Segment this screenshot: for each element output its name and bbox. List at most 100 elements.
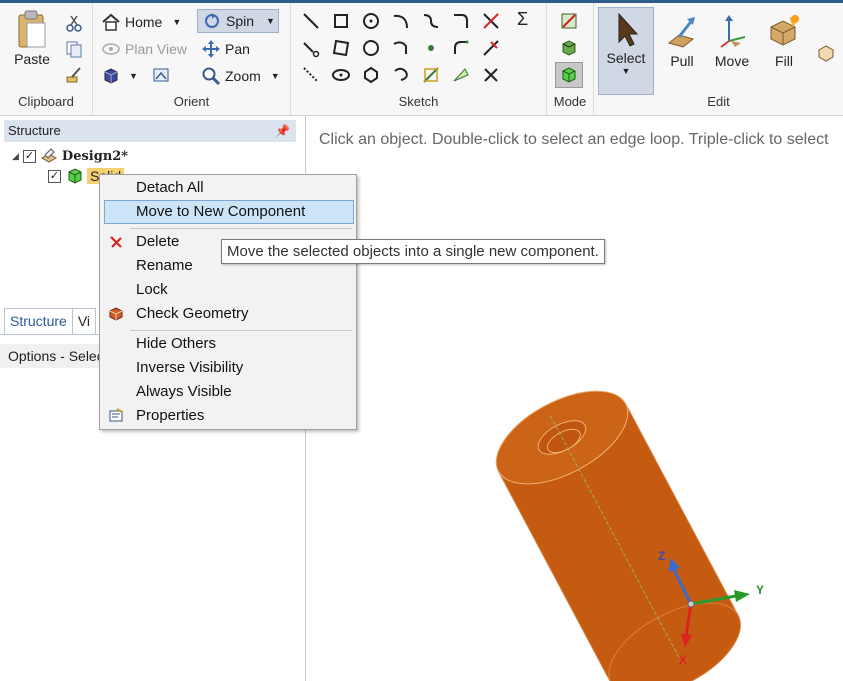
paste-label: Paste (14, 51, 50, 67)
pin-icon[interactable]: 📌 (275, 120, 290, 142)
clipboard-group-label: Clipboard (18, 94, 74, 109)
pan-label: Pan (225, 41, 250, 57)
project-tool-icon[interactable] (451, 65, 471, 85)
home-icon (102, 13, 120, 31)
zoom-button[interactable]: Zoom ▼ (201, 64, 280, 88)
view-dropdown-icon[interactable]: ▼ (129, 71, 138, 81)
move-icon (720, 15, 746, 48)
bend-tool-icon[interactable] (421, 65, 441, 85)
spin-dropdown-icon[interactable]: ▼ (266, 16, 275, 26)
polygon-tool-icon[interactable] (331, 38, 351, 58)
sweep-arc-icon[interactable] (451, 38, 471, 58)
structure-panel-header: Structure 📌 (4, 120, 296, 142)
cylinder-solid[interactable] (482, 372, 756, 681)
view-cube-button[interactable]: ▼ (101, 64, 138, 88)
select-button[interactable]: Select ▼ (598, 7, 654, 95)
tangent-arc-icon[interactable] (451, 11, 471, 31)
menu-item-always-visible[interactable]: Always Visible (104, 380, 354, 404)
menu-item-hide-others[interactable]: Hide Others (104, 332, 354, 356)
copy-icon[interactable] (64, 39, 84, 59)
sketch-mode-icon[interactable] (559, 11, 579, 31)
pull-button[interactable]: Pull (656, 7, 708, 69)
paste-icon (18, 10, 46, 48)
ellipse-tool-icon[interactable] (331, 65, 351, 85)
model-canvas[interactable]: Z X Y (306, 116, 843, 681)
axis-z-label: Z (658, 549, 665, 563)
sum-button[interactable]: Σ (517, 9, 528, 30)
circle-tool-icon[interactable] (361, 11, 381, 31)
combine-tool-icon[interactable] (816, 43, 836, 63)
paste-button[interactable]: Paste (8, 9, 56, 67)
tooltip: Move the selected objects into a single … (221, 239, 605, 264)
plan-view-button[interactable]: Plan View (101, 37, 187, 61)
3d-mode-button[interactable] (555, 62, 583, 88)
section-mode-icon[interactable] (559, 38, 579, 58)
structure-panel-title: Structure (8, 123, 61, 138)
design-name: Design2* (61, 148, 129, 164)
clipboard-group: Paste Clipboard (0, 3, 93, 115)
menu-separator (130, 228, 352, 229)
menu-item-label: Hide Others (136, 335, 217, 352)
zoom-icon (202, 67, 221, 86)
3d-mode-icon (562, 67, 576, 83)
menu-item-lock[interactable]: Lock (104, 278, 354, 302)
menu-item-properties[interactable]: Properties (104, 404, 354, 428)
polygon-circle-icon[interactable] (361, 65, 381, 85)
trim-away-icon[interactable] (481, 65, 501, 85)
spin-icon (205, 13, 219, 28)
expand-arrow-icon[interactable]: ◢ (12, 151, 19, 162)
menu-item-label: Properties (136, 407, 205, 424)
menu-item-move-to-new-component[interactable]: Move to New Component (104, 200, 354, 224)
menu-separator (130, 330, 352, 331)
pan-button[interactable]: Pan (201, 37, 250, 61)
spline-tool-icon[interactable] (421, 11, 441, 31)
zoom-label: Zoom (225, 68, 261, 84)
zoom-dropdown-icon[interactable]: ▼ (271, 71, 280, 81)
edit-group-label: Edit (707, 94, 730, 109)
menu-item-check-geometry[interactable]: Check Geometry (104, 302, 354, 326)
cube-view-icon (104, 68, 118, 84)
split-line-icon[interactable] (481, 38, 501, 58)
spin-button[interactable]: Spin ▼ (197, 9, 279, 33)
circle-3pt-icon[interactable] (361, 38, 381, 58)
home-button[interactable]: Home ▼ (101, 10, 181, 34)
design-viewport[interactable]: Click an object. Double-click to select … (306, 116, 843, 681)
select-dropdown-icon[interactable]: ▼ (599, 66, 653, 76)
cut-icon[interactable] (64, 13, 84, 33)
home-dropdown-icon[interactable]: ▼ (172, 17, 181, 27)
pull-icon (667, 17, 695, 48)
design-visibility-checkbox[interactable]: ✓ (22, 149, 36, 163)
sketch-group-label: Sketch (398, 94, 439, 109)
menu-item-label: Always Visible (136, 383, 232, 400)
construction-line-icon[interactable] (301, 65, 321, 85)
arc-tool-icon[interactable] (391, 11, 411, 31)
select-label: Select (606, 50, 646, 66)
edit-group: Select ▼ Pull Move Fill Edit (594, 3, 843, 115)
trim-tool-icon[interactable] (481, 11, 501, 31)
menu-item-inverse-visibility[interactable]: Inverse Visibility (104, 356, 354, 380)
move-label: Move (714, 53, 750, 69)
rectangle-tool-icon[interactable] (331, 11, 351, 31)
point-tool-icon[interactable] (421, 38, 441, 58)
sweep-tool-icon[interactable] (391, 65, 411, 85)
format-painter-icon[interactable] (64, 65, 84, 85)
context-menu: Detach All Move to New Component Delete … (99, 174, 357, 430)
tab-views[interactable]: Vi (72, 308, 97, 334)
tree-row-design[interactable]: ◢ ✓ Design2* (12, 146, 128, 166)
offset-tool-icon[interactable] (301, 38, 321, 58)
home-label: Home (125, 14, 163, 30)
menu-item-label: Check Geometry (136, 305, 249, 322)
spin-label: Spin (226, 13, 255, 29)
orient-group: Home ▼ Spin ▼ Plan View Pan ▼ Zoom ▼ Ori… (93, 3, 291, 115)
solid-icon (68, 168, 82, 184)
menu-item-detach-all[interactable]: Detach All (104, 176, 354, 200)
solid-visibility-checkbox[interactable]: ✓ (48, 169, 61, 183)
arc-3pt-icon[interactable] (391, 38, 411, 58)
move-button[interactable]: Move (706, 7, 758, 69)
view-layout-icon[interactable] (151, 65, 171, 85)
tab-structure[interactable]: Structure (4, 308, 73, 334)
fill-label: Fill (775, 53, 793, 69)
fill-button[interactable]: Fill (758, 7, 810, 69)
line-tool-icon[interactable] (301, 11, 321, 31)
sketch-group: Σ Sketch (291, 3, 547, 115)
